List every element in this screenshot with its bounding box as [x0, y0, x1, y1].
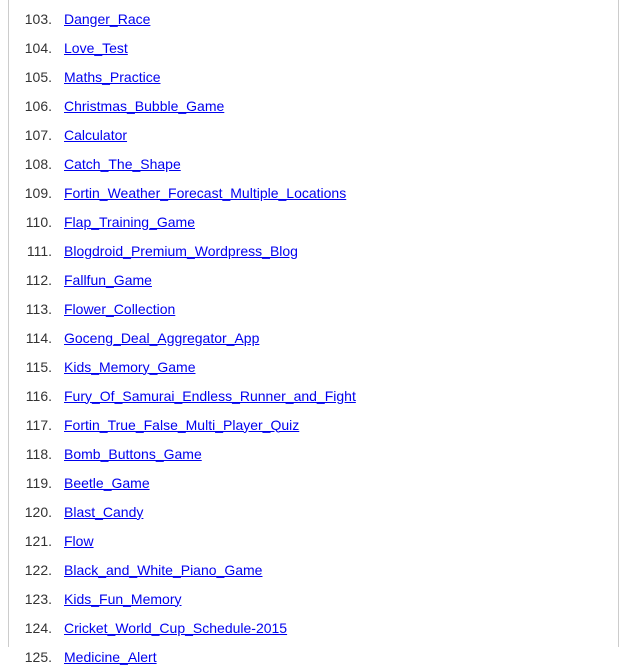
list-number: 105. [9, 69, 52, 85]
item-link[interactable]: Flow [64, 533, 94, 549]
list-number: 112. [9, 272, 52, 288]
link-wrap: Blogdroid_Premium_Wordpress_Blog [52, 243, 298, 259]
list-number: 109. [9, 185, 52, 201]
list-number: 119. [9, 475, 52, 491]
item-link[interactable]: Flower_Collection [64, 301, 175, 317]
link-wrap: Goceng_Deal_Aggregator_App [52, 330, 259, 346]
list-item: 107. Calculator [9, 120, 618, 149]
list-number: 113. [9, 301, 52, 317]
item-link[interactable]: Maths_Practice [64, 69, 160, 85]
list-number: 114. [9, 330, 52, 346]
item-link[interactable]: Beetle_Game [64, 475, 150, 491]
link-wrap: Calculator [52, 127, 127, 143]
list-item: 113. Flower_Collection [9, 294, 618, 323]
link-wrap: Maths_Practice [52, 69, 160, 85]
link-wrap: Fortin_True_False_Multi_Player_Quiz [52, 417, 299, 433]
link-wrap: Flower_Collection [52, 301, 175, 317]
item-link[interactable]: Kids_Fun_Memory [64, 591, 182, 607]
list-number: 117. [9, 417, 52, 433]
link-wrap: Danger_Race [52, 11, 150, 27]
link-wrap: Fallfun_Game [52, 272, 152, 288]
link-wrap: Bomb_Buttons_Game [52, 446, 202, 462]
list-number: 103. [9, 11, 52, 27]
list-item: 124. Cricket_World_Cup_Schedule-2015 [9, 613, 618, 642]
list-number: 120. [9, 504, 52, 520]
list-item: 116. Fury_Of_Samurai_Endless_Runner_and_F… [9, 381, 618, 410]
list-number: 104. [9, 40, 52, 56]
list-item: 105. Maths_Practice [9, 62, 618, 91]
item-link[interactable]: Kids_Memory_Game [64, 359, 196, 375]
list-item: 106. Christmas_Bubble_Game [9, 91, 618, 120]
link-wrap: Fortin_Weather_Forecast_Multiple_Locatio… [52, 185, 346, 201]
list-number: 116. [9, 388, 52, 404]
ordered-list: 103. Danger_Race 104. Love_Test 105. Maths_Pr… [9, 4, 618, 671]
link-wrap: Medicine_Alert [52, 649, 157, 665]
item-link[interactable]: Cricket_World_Cup_Schedule-2015 [64, 620, 287, 636]
item-link[interactable]: Blast_Candy [64, 504, 143, 520]
item-link[interactable]: Christmas_Bubble_Game [64, 98, 224, 114]
item-link[interactable]: Flap_Training_Game [64, 214, 195, 230]
link-wrap: Christmas_Bubble_Game [52, 98, 224, 114]
list-item: 114. Goceng_Deal_Aggregator_App [9, 323, 618, 352]
link-wrap: Black_and_White_Piano_Game [52, 562, 262, 578]
list-number: 121. [9, 533, 52, 549]
list-item: 109. Fortin_Weather_Forecast_Multiple_Loc… [9, 178, 618, 207]
list-number: 118. [9, 446, 52, 462]
list-number: 122. [9, 562, 52, 578]
link-wrap: Love_Test [52, 40, 128, 56]
list-item: 121. Flow [9, 526, 618, 555]
item-link[interactable]: Blogdroid_Premium_Wordpress_Blog [64, 243, 298, 259]
list-item: 108. Catch_The_Shape [9, 149, 618, 178]
item-link[interactable]: Catch_The_Shape [64, 156, 181, 172]
link-wrap: Cricket_World_Cup_Schedule-2015 [52, 620, 287, 636]
list-item: 120. Blast_Candy [9, 497, 618, 526]
list-number: 110. [9, 214, 52, 230]
link-wrap: Flow [52, 533, 94, 549]
item-link[interactable]: Goceng_Deal_Aggregator_App [64, 330, 259, 346]
list-number: 115. [9, 359, 52, 375]
link-wrap: Kids_Fun_Memory [52, 591, 182, 607]
item-link[interactable]: Fortin_Weather_Forecast_Multiple_Locatio… [64, 185, 346, 201]
list-number: 108. [9, 156, 52, 172]
item-link[interactable]: Calculator [64, 127, 127, 143]
item-link[interactable]: Medicine_Alert [64, 649, 157, 665]
list-number: 124. [9, 620, 52, 636]
list-item: 115. Kids_Memory_Game [9, 352, 618, 381]
item-link[interactable]: Fury_Of_Samurai_Endless_Runner_and_Fight [64, 388, 356, 404]
link-wrap: Catch_The_Shape [52, 156, 181, 172]
list-item: 118. Bomb_Buttons_Game [9, 439, 618, 468]
list-item: 119. Beetle_Game [9, 468, 618, 497]
list-item: 125. Medicine_Alert [9, 642, 618, 671]
list-number: 125. [9, 649, 52, 665]
list-item: 117. Fortin_True_False_Multi_Player_Quiz [9, 410, 618, 439]
list-item: 122. Black_and_White_Piano_Game [9, 555, 618, 584]
link-wrap: Blast_Candy [52, 504, 143, 520]
list-item: 112. Fallfun_Game [9, 265, 618, 294]
list-item: 123. Kids_Fun_Memory [9, 584, 618, 613]
list-item: 110. Flap_Training_Game [9, 207, 618, 236]
list-container: 103. Danger_Race 104. Love_Test 105. Maths_Pr… [8, 0, 619, 647]
list-number: 111. [9, 243, 52, 259]
link-wrap: Flap_Training_Game [52, 214, 195, 230]
list-number: 123. [9, 591, 52, 607]
link-wrap: Fury_Of_Samurai_Endless_Runner_and_Fight [52, 388, 356, 404]
item-link[interactable]: Fallfun_Game [64, 272, 152, 288]
link-wrap: Beetle_Game [52, 475, 150, 491]
link-wrap: Kids_Memory_Game [52, 359, 196, 375]
item-link[interactable]: Danger_Race [64, 11, 150, 27]
item-link[interactable]: Fortin_True_False_Multi_Player_Quiz [64, 417, 299, 433]
list-item: 103. Danger_Race [9, 4, 618, 33]
item-link[interactable]: Black_and_White_Piano_Game [64, 562, 262, 578]
list-item: 104. Love_Test [9, 33, 618, 62]
item-link[interactable]: Love_Test [64, 40, 128, 56]
list-item: 111. Blogdroid_Premium_Wordpress_Blog [9, 236, 618, 265]
list-number: 107. [9, 127, 52, 143]
item-link[interactable]: Bomb_Buttons_Game [64, 446, 202, 462]
list-number: 106. [9, 98, 52, 114]
